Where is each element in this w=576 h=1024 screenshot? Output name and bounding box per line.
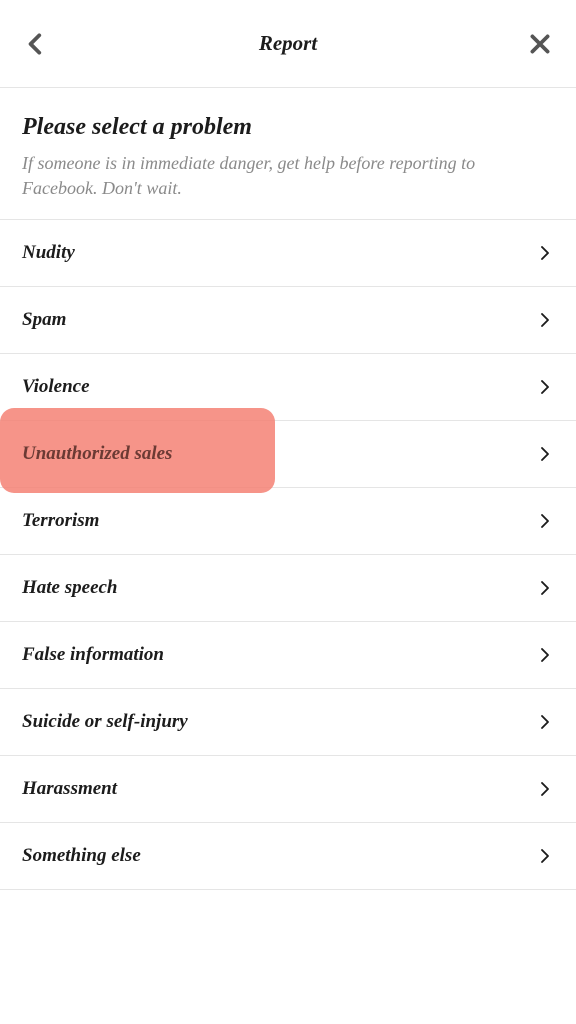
problem-label: Terrorism — [22, 510, 99, 532]
problem-item[interactable]: Terrorism — [0, 488, 576, 555]
instructions-title: Please select a problem — [22, 114, 554, 141]
chevron-right-icon — [536, 780, 554, 798]
problem-label: False information — [22, 644, 164, 666]
problem-label: Suicide or self-injury — [22, 711, 188, 733]
chevron-right-icon — [536, 445, 554, 463]
chevron-right-icon — [536, 847, 554, 865]
chevron-right-icon — [536, 512, 554, 530]
problem-item[interactable]: Suicide or self-injury — [0, 689, 576, 756]
chevron-right-icon — [536, 311, 554, 329]
problem-item[interactable]: Nudity — [0, 219, 576, 287]
problem-label: Hate speech — [22, 577, 118, 599]
chevron-right-icon — [536, 244, 554, 262]
problem-label: Nudity — [22, 242, 75, 264]
page-title: Report — [259, 31, 317, 56]
problem-item[interactable]: Hate speech — [0, 555, 576, 622]
problem-label: Violence — [22, 376, 90, 398]
problem-list: Nudity Spam Violence Unauthorized sales Terr… — [0, 219, 576, 890]
problem-label: Unauthorized sales — [22, 443, 172, 465]
close-button[interactable] — [526, 30, 554, 58]
chevron-right-icon — [536, 378, 554, 396]
content: Please select a problem If someone is in… — [0, 88, 576, 890]
problem-item[interactable]: Unauthorized sales — [0, 421, 576, 488]
chevron-left-icon — [23, 31, 49, 57]
chevron-right-icon — [536, 579, 554, 597]
instructions: Please select a problem If someone is in… — [0, 88, 576, 219]
back-button[interactable] — [22, 30, 50, 58]
problem-item[interactable]: Spam — [0, 287, 576, 354]
instructions-text: If someone is in immediate danger, get h… — [22, 151, 554, 201]
close-icon — [527, 31, 553, 57]
problem-label: Spam — [22, 309, 66, 331]
header: Report — [0, 0, 576, 88]
chevron-right-icon — [536, 713, 554, 731]
problem-label: Harassment — [22, 778, 117, 800]
problem-item[interactable]: Harassment — [0, 756, 576, 823]
problem-item[interactable]: Violence — [0, 354, 576, 421]
problem-item[interactable]: Something else — [0, 823, 576, 890]
problem-label: Something else — [22, 845, 141, 867]
chevron-right-icon — [536, 646, 554, 664]
problem-item[interactable]: False information — [0, 622, 576, 689]
